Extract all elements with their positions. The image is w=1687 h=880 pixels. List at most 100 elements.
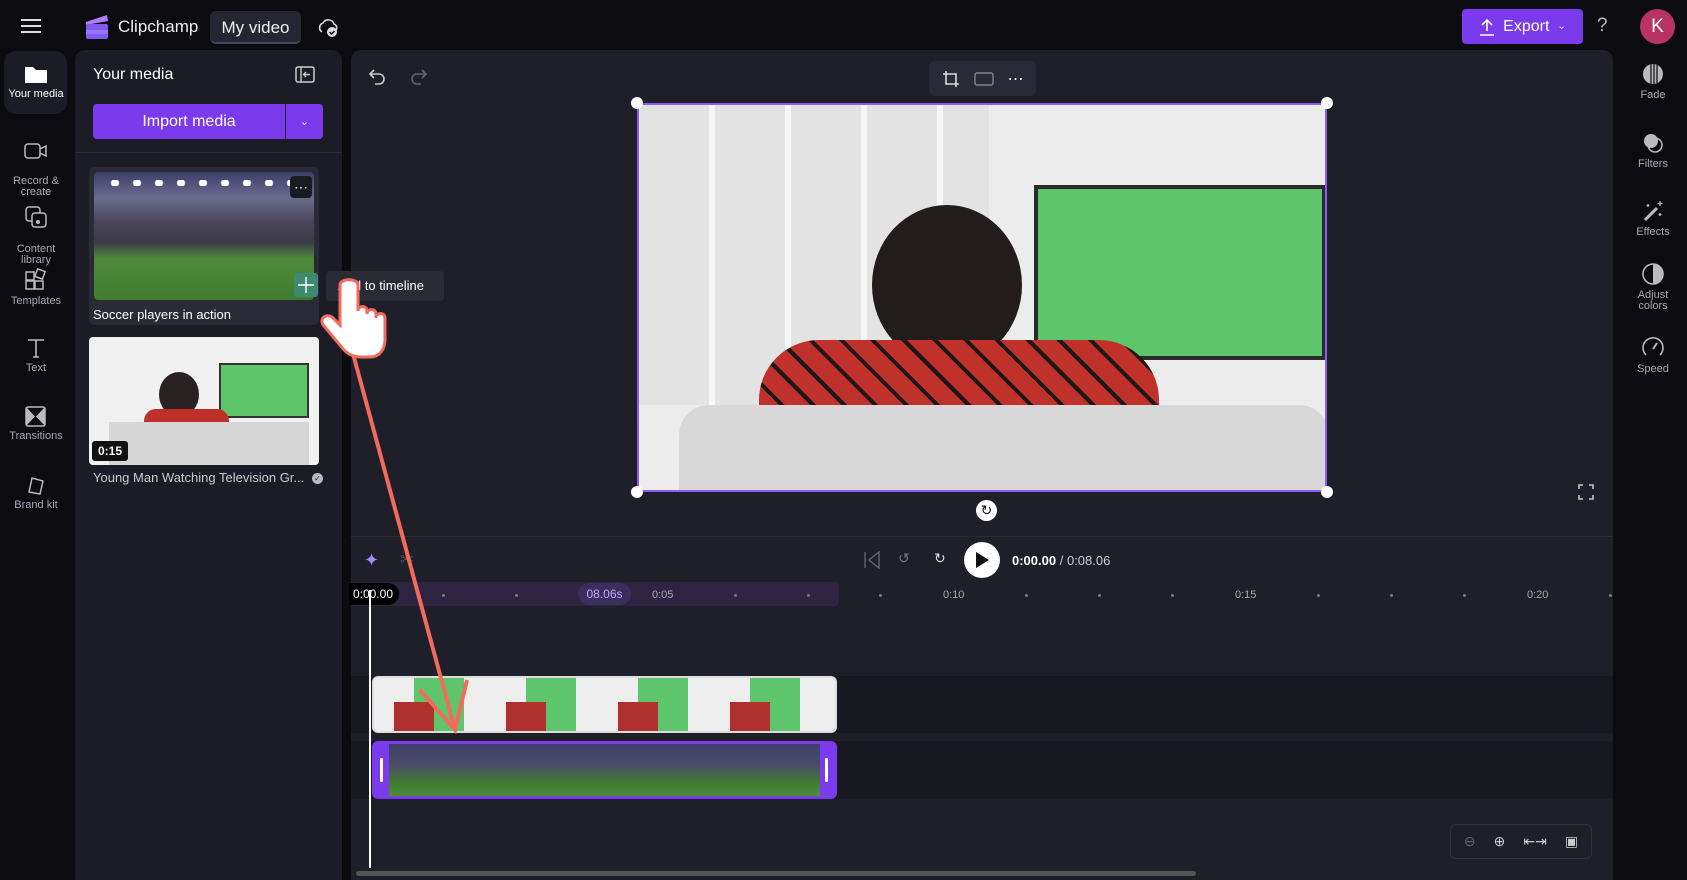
rail-label: Fade	[1640, 89, 1666, 101]
zoom-out-icon[interactable]: ⊖	[1464, 833, 1476, 850]
panel-title: Your media	[93, 66, 174, 83]
trim-handle-right[interactable]	[820, 744, 834, 796]
rail-record-create[interactable]: Record & create	[4, 130, 68, 198]
tick-label: 0:05	[652, 589, 674, 601]
avatar[interactable]: K	[1640, 9, 1675, 44]
rail-brand-kit[interactable]: Brand kit	[4, 474, 68, 511]
time-separator: /	[1059, 553, 1064, 568]
rail-your-media[interactable]: Your media	[4, 63, 68, 100]
tick-label: 0:20	[1527, 589, 1549, 601]
fit-icon[interactable]	[973, 71, 994, 87]
redo-icon[interactable]	[408, 66, 428, 91]
video-preview[interactable]	[637, 103, 1327, 492]
app-name: Clipchamp	[118, 17, 199, 36]
resize-handle[interactable]	[1321, 97, 1333, 109]
tick	[1390, 594, 1393, 597]
total-time: 0:08.06	[1066, 553, 1111, 568]
magic-wand-icon	[1643, 201, 1663, 222]
templates-icon	[25, 268, 47, 290]
collapse-panel-icon[interactable]	[295, 66, 315, 89]
crop-icon[interactable]	[942, 70, 960, 88]
rail-adjust-colors[interactable]: Adjust colors	[1620, 262, 1686, 312]
rail-speed[interactable]: Speed	[1620, 336, 1686, 375]
fullscreen-icon[interactable]	[1578, 484, 1594, 505]
video-clip-soccer[interactable]	[372, 741, 837, 799]
current-time: 0:00.00	[1012, 553, 1057, 568]
divider	[351, 536, 1613, 537]
expand-tracks-icon[interactable]: ▣	[1565, 833, 1578, 850]
undo-icon[interactable]	[368, 66, 388, 91]
tick	[1317, 594, 1320, 597]
preview-toolbar: ⋯	[929, 61, 1036, 96]
fit-timeline-icon[interactable]: ⇤⇥	[1523, 833, 1546, 850]
help-button[interactable]: ?	[1597, 15, 1608, 37]
rail-label: Transitions	[9, 430, 63, 442]
forward-5-icon[interactable]: ↻	[934, 550, 946, 567]
tick	[807, 594, 810, 597]
rail-label: Effects	[1636, 226, 1670, 238]
clipchamp-logo-icon	[83, 13, 110, 40]
divider	[75, 152, 342, 153]
more-options-icon[interactable]: ⋯	[1008, 69, 1024, 89]
brand-kit-icon	[28, 477, 44, 495]
rail-label: Text	[25, 362, 47, 374]
tv-screen	[1034, 185, 1325, 360]
trim-handle-left[interactable]	[375, 744, 389, 796]
resize-handle[interactable]	[631, 97, 643, 109]
skip-to-start-icon[interactable]	[863, 550, 881, 574]
drag-arrow-annotation	[320, 278, 469, 735]
tick	[1609, 594, 1612, 597]
rail-label: Adjust colors	[1637, 289, 1669, 312]
rail-content-library[interactable]: Content library	[4, 194, 68, 266]
hamburger-menu-icon[interactable]	[18, 14, 44, 38]
tick	[879, 594, 882, 597]
play-button[interactable]	[964, 542, 1000, 578]
resize-handle[interactable]	[631, 486, 643, 498]
tick	[1025, 594, 1028, 597]
tick	[515, 594, 518, 597]
resize-handle[interactable]	[1321, 486, 1333, 498]
tick-label: 0:15	[1235, 589, 1257, 601]
rail-fade[interactable]: Fade	[1620, 62, 1686, 101]
rail-label: Speed	[1637, 363, 1669, 375]
rail-label: Templates	[10, 295, 62, 307]
fade-icon	[1643, 64, 1663, 84]
chevron-down-icon: ⌄	[299, 116, 310, 128]
play-icon	[976, 552, 989, 568]
transitions-icon	[25, 406, 46, 427]
camera-icon	[24, 143, 47, 159]
export-button[interactable]: Export ⌄	[1462, 9, 1583, 44]
rail-transitions[interactable]: Transitions	[4, 405, 68, 442]
rotate-icon[interactable]: ↻	[976, 500, 997, 521]
tick-label: 0:10	[943, 589, 965, 601]
rail-text[interactable]: Text	[4, 337, 68, 374]
sofa	[109, 422, 309, 465]
hand-cursor-icon	[320, 278, 387, 359]
chevron-down-icon: ⌄	[1557, 21, 1566, 32]
sofa	[679, 405, 1325, 490]
tick	[734, 594, 737, 597]
time-display: 0:00.00 / 0:08.06	[1012, 553, 1110, 568]
tick	[1463, 594, 1466, 597]
upload-icon	[1480, 18, 1495, 36]
folder-icon	[25, 67, 47, 83]
import-options-dropdown[interactable]: ⌄	[286, 104, 323, 139]
zoom-controls: ⊖ ⊕ ⇤⇥ ▣	[1450, 824, 1592, 859]
project-title[interactable]: My video	[210, 11, 301, 44]
filters-icon	[1644, 134, 1663, 153]
zoom-in-icon[interactable]: ⊕	[1494, 833, 1506, 850]
rail-filters[interactable]: Filters	[1620, 131, 1686, 170]
import-media-button[interactable]: Import media	[93, 104, 285, 139]
text-icon	[28, 339, 44, 358]
rail-label: Filters	[1638, 158, 1668, 170]
rail-effects[interactable]: Effects	[1620, 199, 1686, 238]
rail-templates[interactable]: Templates	[4, 268, 68, 307]
duration-badge: 0:15	[92, 441, 128, 461]
cloud-saved-icon[interactable]	[316, 16, 340, 43]
rail-label: Brand kit	[14, 499, 58, 511]
tick	[1098, 594, 1101, 597]
more-options-icon[interactable]: ⋯	[290, 176, 312, 198]
horizontal-scrollbar[interactable]	[356, 871, 1196, 876]
rewind-5-icon[interactable]: ↺	[898, 550, 910, 567]
top-bar: Clipchamp My video Export ⌄ ? K	[0, 0, 1687, 52]
